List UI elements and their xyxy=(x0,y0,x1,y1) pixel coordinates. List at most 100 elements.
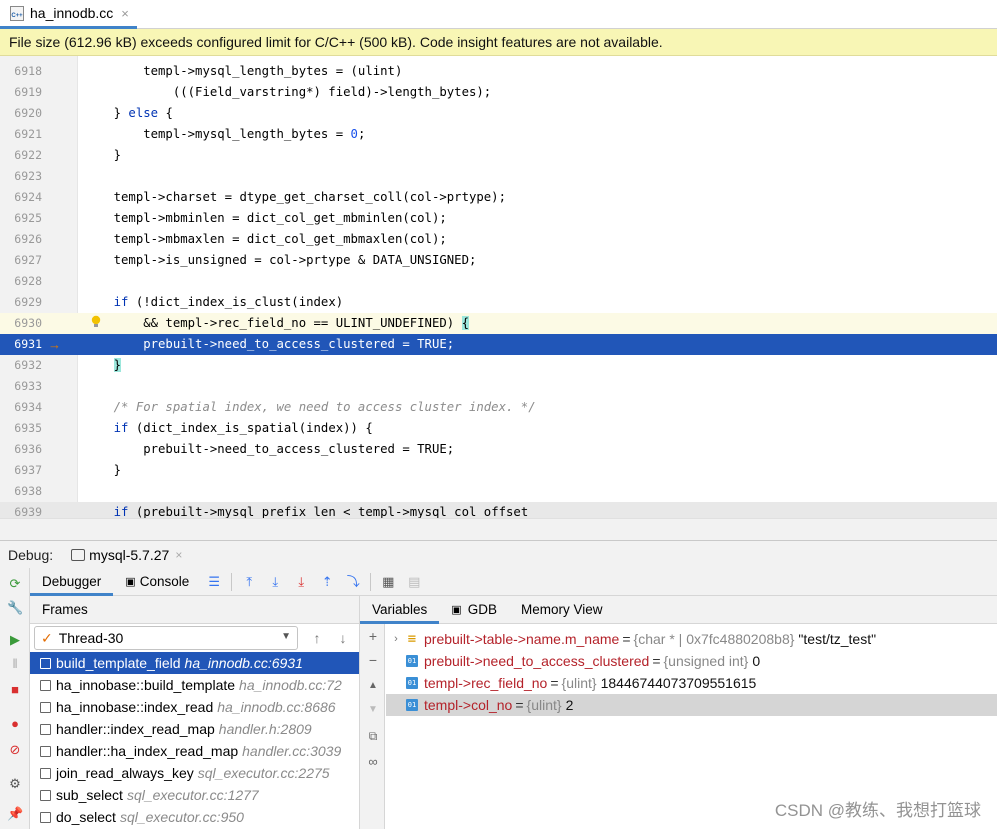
line-number[interactable]: 6937 xyxy=(0,460,42,481)
code-text: templ->mysql_length_bytes = (ulint) xyxy=(84,64,403,78)
line-number[interactable]: 6924 xyxy=(0,187,42,208)
frame-function-name: handler::ha_index_read_map xyxy=(56,743,239,759)
variable-row[interactable]: 01 prebuilt->need_to_access_clustered = {un… xyxy=(386,650,997,672)
line-number[interactable]: 6934 xyxy=(0,397,42,418)
variable-row[interactable]: › ≡ prebuilt->table->name.m_name = {char * |… xyxy=(386,628,997,650)
close-session-icon[interactable]: × xyxy=(175,548,182,562)
line-number[interactable]: 6918 xyxy=(0,61,42,82)
step-into-icon[interactable]: ⤓ xyxy=(293,574,309,590)
line-number[interactable]: 6926 xyxy=(0,229,42,250)
settings-wrench-icon[interactable]: 🔧 xyxy=(7,600,23,616)
line-number[interactable]: 6939 xyxy=(0,502,42,518)
move-up-icon[interactable]: ▲ xyxy=(365,678,381,694)
line-number[interactable]: 6930 xyxy=(0,313,42,334)
code-line[interactable]: 6937 } xyxy=(0,460,997,481)
intention-bulb-icon[interactable] xyxy=(91,315,101,329)
tab-memory-view[interactable]: Memory View xyxy=(509,596,615,624)
menu-lines-icon[interactable]: ☰ xyxy=(206,574,222,590)
resume-icon[interactable]: ▶ xyxy=(7,632,23,648)
stack-frame-item[interactable]: build_template_field ha_innodb.cc:6931 xyxy=(30,652,359,674)
code-line[interactable]: 6936 prebuilt->need_to_access_clustered … xyxy=(0,439,997,460)
step-over-icon[interactable]: ⤓ xyxy=(267,574,283,590)
code-line[interactable]: 6932 } xyxy=(0,355,997,376)
code-line[interactable]: 6920 } else { xyxy=(0,103,997,124)
code-line[interactable]: 6923 xyxy=(0,166,997,187)
copy-icon[interactable]: ⧉ xyxy=(365,728,381,744)
debug-settings-gear-icon[interactable]: ⚙ xyxy=(7,776,23,792)
line-number[interactable]: 6936 xyxy=(0,439,42,460)
line-number[interactable]: 6929 xyxy=(0,292,42,313)
mute-breakpoints-icon[interactable]: ⊘ xyxy=(7,742,23,758)
expand-chevron-icon[interactable]: › xyxy=(386,633,406,645)
code-line[interactable]: 6924 templ->charset = dtype_get_charset_… xyxy=(0,187,997,208)
stack-frame-item[interactable]: handler::ha_index_read_map handler.cc:303… xyxy=(30,740,359,762)
close-tab-icon[interactable]: × xyxy=(121,6,129,21)
code-line[interactable]: 6933 xyxy=(0,376,997,397)
line-number[interactable]: 6922 xyxy=(0,145,42,166)
line-number[interactable]: 6928 xyxy=(0,271,42,292)
pin-icon[interactable]: 📌 xyxy=(7,806,23,822)
line-number[interactable]: 6938 xyxy=(0,481,42,502)
trace-icon[interactable]: ▤ xyxy=(406,574,422,590)
next-frame-arrow-icon[interactable]: ↓ xyxy=(336,630,350,646)
variable-row[interactable]: 01 templ->col_no = {ulint} 2 xyxy=(386,694,997,716)
variable-row[interactable]: 01 templ->rec_field_no = {ulint} 18446744073… xyxy=(386,672,997,694)
code-line[interactable]: 6922 } xyxy=(0,145,997,166)
debug-session-tab[interactable]: mysql-5.7.27 × xyxy=(71,547,182,563)
stack-frame-item[interactable]: handler::index_read_map handler.h:2809 xyxy=(30,718,359,740)
code-line[interactable]: 6928 xyxy=(0,271,997,292)
tab-debugger[interactable]: Debugger xyxy=(30,568,114,596)
code-line[interactable]: 6930 && templ->rec_field_no == ULINT_UND… xyxy=(0,313,997,334)
run-to-cursor-icon[interactable]: ⤵ xyxy=(345,574,361,590)
stack-frame-item[interactable]: do_select sql_executor.cc:950 xyxy=(30,806,359,828)
line-number[interactable]: 6919 xyxy=(0,82,42,103)
remove-watch-icon[interactable]: − xyxy=(365,652,381,668)
frame-icon xyxy=(40,701,51,713)
frame-function-name: join_read_always_key xyxy=(56,765,194,781)
show-execution-point-icon[interactable]: ⤒ xyxy=(241,574,257,590)
stack-frame-item[interactable]: ha_innobase::build_template ha_innodb.cc:… xyxy=(30,674,359,696)
thread-dropdown[interactable]: ✓ Thread-30 ▼ xyxy=(34,626,298,650)
glasses-icon[interactable]: ∞ xyxy=(365,754,381,770)
previous-frame-arrow-icon[interactable]: ↑ xyxy=(310,630,324,646)
editor-horizontal-scrollbar[interactable] xyxy=(0,518,997,540)
stack-frame-item[interactable]: sub_select sql_executor.cc:1277 xyxy=(30,784,359,806)
code-line[interactable]: 6918 templ->mysql_length_bytes = (ulint) xyxy=(0,61,997,82)
line-number[interactable]: 6927 xyxy=(0,250,42,271)
line-number[interactable]: 6935 xyxy=(0,418,42,439)
line-number[interactable]: 6932 xyxy=(0,355,42,376)
code-line[interactable]: 6939 if (prebuilt->mysql_prefix_len < te… xyxy=(0,502,997,518)
code-line[interactable]: 6925 templ->mbminlen = dict_col_get_mbmi… xyxy=(0,208,997,229)
stack-frame-item[interactable]: ha_innobase::index_read ha_innodb.cc:8686 xyxy=(30,696,359,718)
rerun-icon[interactable]: ⟳ xyxy=(7,576,23,592)
line-number[interactable]: 6925 xyxy=(0,208,42,229)
move-down-icon[interactable]: ▼ xyxy=(365,702,381,718)
line-number[interactable]: 6923 xyxy=(0,166,42,187)
code-line[interactable]: 6934 /* For spatial index, we need to ac… xyxy=(0,397,997,418)
pause-icon[interactable]: ‖ xyxy=(7,656,23,672)
line-number[interactable]: 6933 xyxy=(0,376,42,397)
code-line[interactable]: 6938 xyxy=(0,481,997,502)
tab-console[interactable]: ▣ Console xyxy=(113,568,201,596)
code-line[interactable]: 6926 templ->mbmaxlen = dict_col_get_mbma… xyxy=(0,229,997,250)
code-line[interactable]: 6935 if (dict_index_is_spatial(index)) { xyxy=(0,418,997,439)
stack-frame-item[interactable]: join_read_always_key sql_executor.cc:2275 xyxy=(30,762,359,784)
tab-gdb[interactable]: ▣ GDB xyxy=(439,596,509,624)
code-line[interactable]: 6929 if (!dict_index_is_clust(index) xyxy=(0,292,997,313)
line-number[interactable]: 6920 xyxy=(0,103,42,124)
editor-tab-ha-innodb[interactable]: C++ ha_innodb.cc × xyxy=(0,0,137,29)
evaluate-expression-icon[interactable]: ▦ xyxy=(380,574,396,590)
add-watch-icon[interactable]: + xyxy=(365,628,381,644)
tab-variables[interactable]: Variables xyxy=(360,596,440,624)
code-line[interactable]: 6927 templ->is_unsigned = col->prtype & … xyxy=(0,250,997,271)
stop-icon[interactable]: ■ xyxy=(7,682,23,698)
view-breakpoints-icon[interactable]: ● xyxy=(7,716,23,732)
debug-title: Debug: xyxy=(8,546,54,563)
code-line[interactable]: 6919 (((Field_varstring*) field)->length… xyxy=(0,82,997,103)
code-line[interactable]: 6931 prebuilt->need_to_access_clustered … xyxy=(0,334,997,355)
code-editor[interactable]: 6918 templ->mysql_length_bytes = (ulint)… xyxy=(0,56,997,518)
step-out-icon[interactable]: ⇡ xyxy=(319,574,335,590)
line-number[interactable]: 6921 xyxy=(0,124,42,145)
code-line[interactable]: 6921 templ->mysql_length_bytes = 0; xyxy=(0,124,997,145)
line-number[interactable]: 6931 xyxy=(0,334,42,355)
